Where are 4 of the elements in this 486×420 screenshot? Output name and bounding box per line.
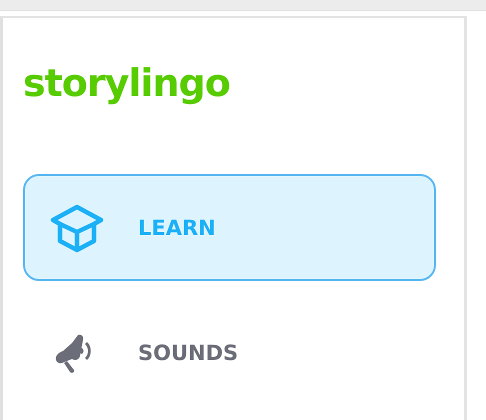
nav-item[interactable]: SOUNDS [23, 299, 436, 406]
nav-item[interactable]: LEARN [23, 174, 436, 281]
box-icon [50, 202, 104, 252]
app-logo[interactable]: storylingo [23, 58, 436, 108]
